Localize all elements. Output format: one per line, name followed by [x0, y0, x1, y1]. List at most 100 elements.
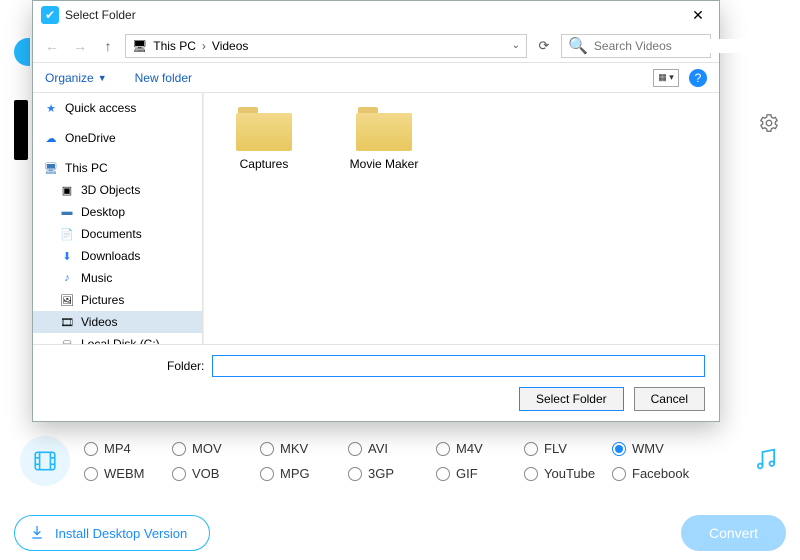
folder-label: Movie Maker	[344, 157, 424, 171]
format-label: Facebook	[632, 466, 689, 481]
folder-item[interactable]: Captures	[224, 107, 304, 171]
tree-downloads[interactable]: ⬇Downloads	[33, 245, 202, 267]
folder-label: Captures	[224, 157, 304, 171]
select-folder-button[interactable]: Select Folder	[519, 387, 624, 411]
format-label: WMV	[632, 441, 664, 456]
search-field[interactable]: 🔍	[561, 34, 711, 58]
nav-back-icon[interactable]: ←	[41, 38, 63, 54]
address-dropdown-icon[interactable]: ⌄	[512, 40, 520, 51]
format-option-mkv[interactable]: MKV	[260, 441, 344, 456]
new-folder-button[interactable]: New folder	[135, 71, 192, 85]
cancel-button[interactable]: Cancel	[634, 387, 705, 411]
pc-icon: 🖥	[43, 161, 59, 175]
format-option-mp4[interactable]: MP4	[84, 441, 168, 456]
format-option-webm[interactable]: WEBM	[84, 466, 168, 481]
format-option-wmv[interactable]: WMV	[612, 441, 696, 456]
format-label: 3GP	[368, 466, 394, 481]
radio-icon	[612, 442, 626, 456]
bg-dark-panel	[14, 100, 28, 160]
radio-icon	[348, 442, 362, 456]
format-label: WEBM	[104, 466, 144, 481]
folder-icon	[236, 107, 292, 151]
format-option-gif[interactable]: GIF	[436, 466, 520, 481]
folder-field-label: Folder:	[167, 359, 204, 373]
pc-icon: 🖥	[132, 39, 147, 53]
radio-icon	[436, 467, 450, 481]
tree-this-pc[interactable]: 🖥This PC	[33, 157, 202, 179]
tree-quick-access[interactable]: ★Quick access	[33, 97, 202, 119]
video-format-icon	[20, 436, 70, 486]
radio-icon	[260, 442, 274, 456]
format-label: AVI	[368, 441, 388, 456]
nav-up-icon[interactable]: ↑	[97, 38, 119, 54]
select-folder-dialog: ✔ Select Folder ✕ ← → ↑ 🖥 This PC › Vide…	[32, 0, 720, 422]
tree-3d-objects[interactable]: ▣3D Objects	[33, 179, 202, 201]
radio-icon	[84, 467, 98, 481]
download-icon	[29, 524, 45, 543]
picture-icon: 🖼	[59, 293, 75, 307]
organize-label: Organize	[45, 71, 94, 85]
refresh-icon[interactable]: ⟳	[533, 38, 555, 54]
nav-tree: ★Quick access ☁OneDrive 🖥This PC ▣3D Obj…	[33, 93, 203, 344]
format-label: YouTube	[544, 466, 595, 481]
format-label: VOB	[192, 466, 219, 481]
tree-local-disk[interactable]: ⛁Local Disk (C:)	[33, 333, 202, 344]
install-label: Install Desktop Version	[55, 526, 187, 541]
format-label: FLV	[544, 441, 567, 456]
format-option-mpg[interactable]: MPG	[260, 466, 344, 481]
disk-icon: ⛁	[59, 337, 75, 344]
chevron-down-icon: ▼	[98, 73, 107, 83]
format-option-3gp[interactable]: 3GP	[348, 466, 432, 481]
format-label: MP4	[104, 441, 131, 456]
format-option-vob[interactable]: VOB	[172, 466, 256, 481]
radio-icon	[524, 467, 538, 481]
organize-menu[interactable]: Organize ▼	[45, 71, 107, 85]
close-icon[interactable]: ✕	[685, 7, 711, 24]
tree-videos[interactable]: 🎞Videos	[33, 311, 202, 333]
radio-icon	[84, 442, 98, 456]
radio-icon	[348, 467, 362, 481]
cloud-icon: ☁	[43, 131, 59, 145]
radio-icon	[172, 442, 186, 456]
star-icon: ★	[43, 101, 59, 115]
format-option-facebook[interactable]: Facebook	[612, 466, 696, 481]
tree-music[interactable]: ♪Music	[33, 267, 202, 289]
format-option-flv[interactable]: FLV	[524, 441, 608, 456]
document-icon: 📄	[59, 227, 75, 241]
search-icon: 🔍	[568, 36, 588, 56]
format-label: MOV	[192, 441, 222, 456]
search-input[interactable]	[594, 39, 749, 53]
tree-onedrive[interactable]: ☁OneDrive	[33, 127, 202, 149]
radio-icon	[436, 442, 450, 456]
tree-desktop[interactable]: ▬Desktop	[33, 201, 202, 223]
format-label: M4V	[456, 441, 483, 456]
tree-documents[interactable]: 📄Documents	[33, 223, 202, 245]
music-icon: ♪	[59, 271, 75, 285]
convert-button[interactable]: Convert	[681, 515, 786, 551]
folder-item[interactable]: Movie Maker	[344, 107, 424, 171]
nav-forward-icon[interactable]: →	[69, 38, 91, 54]
install-desktop-button[interactable]: Install Desktop Version	[14, 515, 210, 551]
format-option-m4v[interactable]: M4V	[436, 441, 520, 456]
dialog-title: Select Folder	[65, 8, 136, 22]
radio-icon	[172, 467, 186, 481]
app-logo-icon: ✔	[41, 6, 59, 24]
folder-name-input[interactable]	[212, 355, 705, 377]
music-icon[interactable]	[752, 445, 780, 478]
tree-pictures[interactable]: 🖼Pictures	[33, 289, 202, 311]
video-icon: 🎞	[59, 315, 75, 329]
folder-icon	[356, 107, 412, 151]
help-icon[interactable]: ?	[689, 69, 707, 87]
folder-content-area[interactable]: Captures Movie Maker	[203, 93, 719, 344]
download-icon: ⬇	[59, 249, 75, 263]
breadcrumb-current[interactable]: Videos	[212, 39, 248, 53]
format-option-mov[interactable]: MOV	[172, 441, 256, 456]
bg-accent-shape	[14, 38, 30, 66]
format-option-avi[interactable]: AVI	[348, 441, 432, 456]
settings-gear-icon[interactable]	[758, 112, 780, 139]
address-bar[interactable]: 🖥 This PC › Videos ⌄	[125, 34, 527, 58]
format-label: GIF	[456, 466, 478, 481]
view-mode-button[interactable]: ▦ ▾	[653, 69, 679, 87]
format-option-youtube[interactable]: YouTube	[524, 466, 608, 481]
breadcrumb-root[interactable]: This PC	[153, 39, 196, 53]
